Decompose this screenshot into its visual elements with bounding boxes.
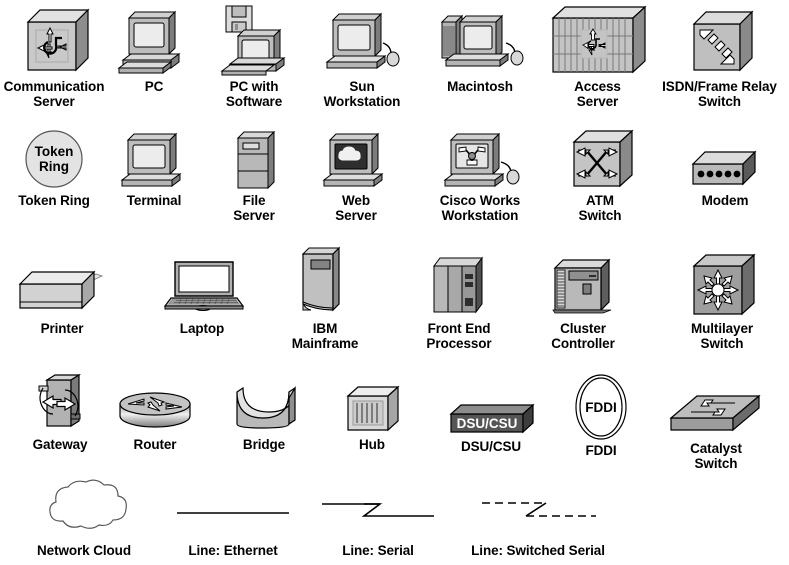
legend-label: Terminal <box>126 193 182 208</box>
access-server-icon <box>543 2 653 76</box>
legend-label: Laptop <box>179 321 225 336</box>
legend-item-network-cloud[interactable]: Network Cloud <box>14 478 154 558</box>
multilayer-switch-icon <box>684 248 760 318</box>
legend-label: Access Server <box>574 79 621 110</box>
legend-item-modem[interactable]: Modem <box>672 140 778 208</box>
legend-label: IBM Mainframe <box>291 321 359 352</box>
isdn-frame-relay-switch-icon <box>682 4 758 76</box>
legend-label: Communication Server <box>3 79 105 110</box>
legend-item-line-switched-serial[interactable]: Line: Switched Serial <box>450 478 626 558</box>
legend-item-router[interactable]: Router <box>110 388 200 452</box>
legend-item-multilayer-switch[interactable]: Multilayer Switch <box>662 248 782 351</box>
pc-with-software-icon <box>208 2 300 76</box>
legend-label: ISDN/Frame Relay Switch <box>662 79 777 110</box>
web-server-icon <box>316 130 396 190</box>
legend-label: Router <box>133 437 177 452</box>
atm-switch-icon <box>564 126 636 190</box>
dsu-csu-icon: DSU/CSU <box>443 400 539 436</box>
modem-icon <box>685 140 765 190</box>
router-icon <box>114 388 196 434</box>
legend-label: Network Cloud <box>37 543 131 558</box>
legend-item-printer[interactable]: Printer <box>4 258 120 336</box>
communication-server-icon <box>18 4 90 76</box>
legend-item-laptop[interactable]: Laptop <box>150 250 254 336</box>
network-cloud-icon <box>26 478 142 540</box>
svg-text:Ring: Ring <box>39 159 69 174</box>
legend-item-hub[interactable]: Hub <box>330 382 414 452</box>
legend-item-ibm-mainframe[interactable]: IBM Mainframe <box>275 238 375 351</box>
legend-item-sun-workstation[interactable]: Sun Workstation <box>308 8 416 109</box>
line-switched-serial-icon <box>468 478 608 540</box>
legend-label: Line: Serial <box>342 543 414 558</box>
legend-item-cluster-controller[interactable]: Cluster Controller <box>528 248 638 351</box>
line-ethernet-icon <box>173 478 293 540</box>
legend-label: DSU/CSU <box>460 439 522 454</box>
legend-label: FDDI <box>585 443 617 458</box>
legend-label: Cluster Controller <box>551 321 615 352</box>
legend-item-access-server[interactable]: Access Server <box>540 2 655 109</box>
legend-item-line-ethernet[interactable]: Line: Ethernet <box>168 478 298 558</box>
legend-item-dsu-csu[interactable]: DSU/CSU DSU/CSU <box>430 400 552 454</box>
legend-label: Multilayer Switch <box>690 321 754 352</box>
legend-label: PC with Software <box>225 79 283 110</box>
legend-label: Line: Ethernet <box>188 543 278 558</box>
fddi-icon: FDDI <box>568 372 634 440</box>
legend-label: File Server <box>233 193 275 224</box>
svg-text:Token: Token <box>35 144 74 159</box>
legend-label: Macintosh <box>447 79 513 94</box>
front-end-processor-icon <box>424 250 494 318</box>
legend-item-cisco-works-workstation[interactable]: Cisco Works Workstation <box>412 130 548 223</box>
legend-item-fddi[interactable]: FDDI FDDI <box>558 372 644 458</box>
legend-item-pc[interactable]: PC <box>108 8 200 94</box>
terminal-icon <box>114 130 194 190</box>
legend-label: Token Ring <box>18 193 90 208</box>
legend-label: Gateway <box>32 437 88 452</box>
line-serial-icon <box>320 478 436 540</box>
legend-label: Front End Processor <box>426 321 492 352</box>
legend-item-catalyst-switch[interactable]: Catalyst Switch <box>652 386 780 471</box>
ibm-mainframe-icon <box>289 238 361 318</box>
legend-label: Hub <box>359 437 385 452</box>
legend-item-terminal[interactable]: Terminal <box>108 130 200 208</box>
legend-item-pc-with-software[interactable]: PC with Software <box>200 2 308 109</box>
svg-text:DSU/CSU: DSU/CSU <box>457 416 518 431</box>
legend-label: PC <box>144 79 164 94</box>
legend-label: Bridge <box>242 437 286 452</box>
legend-label: Line: Switched Serial <box>471 543 605 558</box>
cluster-controller-icon <box>543 248 623 318</box>
gateway-icon <box>25 372 95 434</box>
printer-icon <box>10 258 114 318</box>
legend-item-front-end-processor[interactable]: Front End Processor <box>404 250 514 351</box>
laptop-icon <box>159 250 245 318</box>
legend-item-web-server[interactable]: Web Server <box>306 130 406 223</box>
pc-icon <box>113 8 195 76</box>
catalyst-switch-icon <box>663 386 769 438</box>
legend-item-gateway[interactable]: Gateway <box>8 372 112 452</box>
legend-item-atm-switch[interactable]: ATM Switch <box>552 126 648 223</box>
legend-item-communication-server[interactable]: Communication Server <box>0 4 108 109</box>
legend-item-token-ring[interactable]: Token Ring Token Ring <box>2 128 106 208</box>
legend-label: Web Server <box>335 193 377 224</box>
macintosh-icon <box>430 8 530 76</box>
hub-icon <box>340 382 404 434</box>
legend-label: Sun Workstation <box>323 79 401 110</box>
legend-label: Printer <box>40 321 84 336</box>
legend-item-bridge[interactable]: Bridge <box>222 382 306 452</box>
legend-item-isdn-frame-relay-switch[interactable]: ISDN/Frame Relay Switch <box>650 4 789 109</box>
legend-item-macintosh[interactable]: Macintosh <box>425 8 535 94</box>
token-ring-icon: Token Ring <box>23 128 85 190</box>
sun-workstation-icon <box>317 8 407 76</box>
legend-label: ATM Switch <box>578 193 622 224</box>
legend-label: Modem <box>701 193 749 208</box>
legend-item-file-server[interactable]: File Server <box>204 126 304 223</box>
legend-item-line-serial[interactable]: Line: Serial <box>318 478 438 558</box>
file-server-icon <box>226 126 282 190</box>
legend-label: Catalyst Switch <box>690 441 742 472</box>
svg-text:FDDI: FDDI <box>585 400 617 415</box>
icon-legend-sheet: Communication Server PC PC with Software… <box>0 0 789 565</box>
bridge-icon <box>227 382 301 434</box>
cisco-works-workstation-icon <box>433 130 527 190</box>
legend-label: Cisco Works Workstation <box>439 193 521 224</box>
